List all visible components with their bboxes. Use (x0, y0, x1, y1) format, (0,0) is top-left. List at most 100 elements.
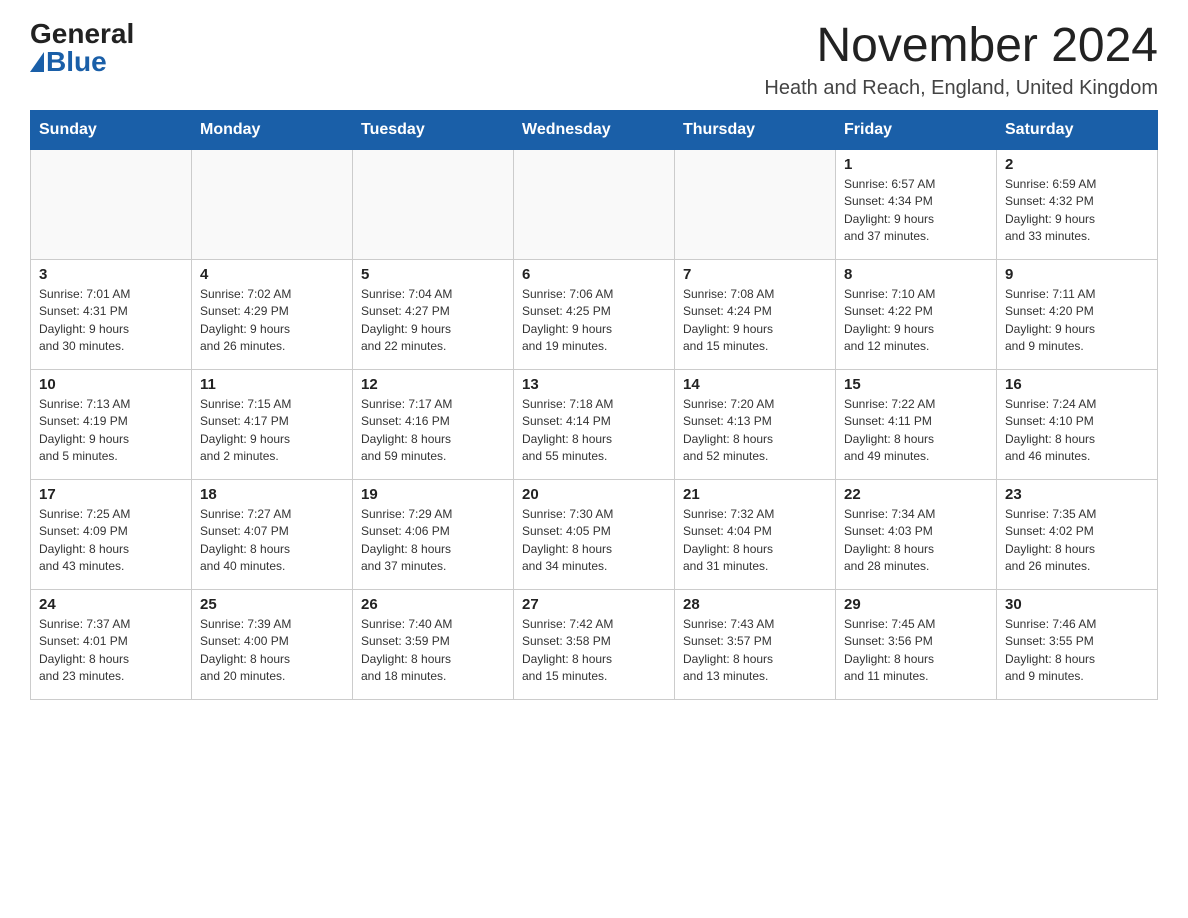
calendar-cell: 4 Sunrise: 7:02 AM Sunset: 4:29 PM Daylig… (192, 259, 353, 369)
day-number: 23 (1005, 486, 1149, 503)
calendar-cell: 22 Sunrise: 7:34 AM Sunset: 4:03 PM Dayli… (836, 479, 997, 589)
day-info: Sunrise: 7:17 AM Sunset: 4:16 PM Dayligh… (361, 396, 505, 466)
calendar-cell (192, 149, 353, 259)
day-info: Sunrise: 7:24 AM Sunset: 4:10 PM Dayligh… (1005, 396, 1149, 466)
day-number: 30 (1005, 596, 1149, 613)
week-row-5: 24 Sunrise: 7:37 AM Sunset: 4:01 PM Dayli… (31, 589, 1158, 699)
calendar-cell: 11Sunrise: 7:15 AM Sunset: 4:17 PM Dayli… (192, 369, 353, 479)
day-number: 9 (1005, 266, 1149, 283)
logo-general-text: General (30, 20, 134, 48)
day-number: 25 (200, 596, 344, 613)
day-number: 21 (683, 486, 827, 503)
weekday-header-wednesday: Wednesday (514, 110, 675, 149)
day-info: Sunrise: 7:20 AM Sunset: 4:13 PM Dayligh… (683, 396, 827, 466)
day-info: Sunrise: 7:29 AM Sunset: 4:06 PM Dayligh… (361, 506, 505, 576)
day-info: Sunrise: 7:15 AM Sunset: 4:17 PM Dayligh… (200, 396, 344, 466)
calendar-cell (31, 149, 192, 259)
calendar-cell: 10Sunrise: 7:13 AM Sunset: 4:19 PM Dayli… (31, 369, 192, 479)
day-info: Sunrise: 7:22 AM Sunset: 4:11 PM Dayligh… (844, 396, 988, 466)
week-row-3: 10Sunrise: 7:13 AM Sunset: 4:19 PM Dayli… (31, 369, 1158, 479)
day-info: Sunrise: 7:34 AM Sunset: 4:03 PM Dayligh… (844, 506, 988, 576)
day-number: 24 (39, 596, 183, 613)
day-info: Sunrise: 7:37 AM Sunset: 4:01 PM Dayligh… (39, 616, 183, 686)
calendar-cell: 29Sunrise: 7:45 AM Sunset: 3:56 PM Dayli… (836, 589, 997, 699)
day-number: 26 (361, 596, 505, 613)
day-info: Sunrise: 7:02 AM Sunset: 4:29 PM Dayligh… (200, 286, 344, 356)
calendar-cell: 2Sunrise: 6:59 AM Sunset: 4:32 PM Daylig… (997, 149, 1158, 259)
day-info: Sunrise: 7:35 AM Sunset: 4:02 PM Dayligh… (1005, 506, 1149, 576)
day-number: 16 (1005, 376, 1149, 393)
day-info: Sunrise: 7:30 AM Sunset: 4:05 PM Dayligh… (522, 506, 666, 576)
calendar-cell: 12 Sunrise: 7:17 AM Sunset: 4:16 PM Dayli… (353, 369, 514, 479)
calendar-cell: 30Sunrise: 7:46 AM Sunset: 3:55 PM Dayli… (997, 589, 1158, 699)
calendar-cell: 15 Sunrise: 7:22 AM Sunset: 4:11 PM Dayli… (836, 369, 997, 479)
day-number: 18 (200, 486, 344, 503)
day-number: 8 (844, 266, 988, 283)
day-number: 15 (844, 376, 988, 393)
calendar-cell: 6 Sunrise: 7:06 AM Sunset: 4:25 PM Daylig… (514, 259, 675, 369)
weekday-header-tuesday: Tuesday (353, 110, 514, 149)
logo-blue-text: Blue (46, 48, 107, 76)
calendar-cell: 23 Sunrise: 7:35 AM Sunset: 4:02 PM Dayli… (997, 479, 1158, 589)
day-number: 5 (361, 266, 505, 283)
logo: General Blue (30, 20, 134, 76)
day-info: Sunrise: 7:25 AM Sunset: 4:09 PM Dayligh… (39, 506, 183, 576)
calendar-cell (514, 149, 675, 259)
day-info: Sunrise: 7:43 AM Sunset: 3:57 PM Dayligh… (683, 616, 827, 686)
day-number: 13 (522, 376, 666, 393)
calendar-cell: 14 Sunrise: 7:20 AM Sunset: 4:13 PM Dayli… (675, 369, 836, 479)
week-row-1: 1 Sunrise: 6:57 AM Sunset: 4:34 PM Daylig… (31, 149, 1158, 259)
location-subtitle: Heath and Reach, England, United Kingdom (764, 77, 1158, 100)
calendar-cell: 9 Sunrise: 7:11 AM Sunset: 4:20 PM Daylig… (997, 259, 1158, 369)
day-number: 14 (683, 376, 827, 393)
calendar-cell: 17Sunrise: 7:25 AM Sunset: 4:09 PM Dayli… (31, 479, 192, 589)
day-number: 22 (844, 486, 988, 503)
calendar-cell: 7Sunrise: 7:08 AM Sunset: 4:24 PM Daylig… (675, 259, 836, 369)
calendar-cell: 21 Sunrise: 7:32 AM Sunset: 4:04 PM Dayli… (675, 479, 836, 589)
calendar-cell: 27 Sunrise: 7:42 AM Sunset: 3:58 PM Dayli… (514, 589, 675, 699)
calendar-cell: 5 Sunrise: 7:04 AM Sunset: 4:27 PM Daylig… (353, 259, 514, 369)
day-info: Sunrise: 7:04 AM Sunset: 4:27 PM Dayligh… (361, 286, 505, 356)
weekday-header-monday: Monday (192, 110, 353, 149)
day-number: 3 (39, 266, 183, 283)
calendar-cell: 8Sunrise: 7:10 AM Sunset: 4:22 PM Daylig… (836, 259, 997, 369)
day-info: Sunrise: 7:18 AM Sunset: 4:14 PM Dayligh… (522, 396, 666, 466)
day-number: 28 (683, 596, 827, 613)
day-number: 27 (522, 596, 666, 613)
day-number: 7 (683, 266, 827, 283)
day-info: Sunrise: 7:01 AM Sunset: 4:31 PM Dayligh… (39, 286, 183, 356)
calendar-cell: 28 Sunrise: 7:43 AM Sunset: 3:57 PM Dayli… (675, 589, 836, 699)
calendar-cell: 24 Sunrise: 7:37 AM Sunset: 4:01 PM Dayli… (31, 589, 192, 699)
header: General Blue November 2024 Heath and Rea… (30, 20, 1158, 100)
calendar-cell: 25 Sunrise: 7:39 AM Sunset: 4:00 PM Dayli… (192, 589, 353, 699)
day-number: 10 (39, 376, 183, 393)
day-number: 1 (844, 156, 988, 173)
day-info: Sunrise: 7:39 AM Sunset: 4:00 PM Dayligh… (200, 616, 344, 686)
calendar-cell (675, 149, 836, 259)
day-info: Sunrise: 7:11 AM Sunset: 4:20 PM Dayligh… (1005, 286, 1149, 356)
day-info: Sunrise: 6:57 AM Sunset: 4:34 PM Dayligh… (844, 176, 988, 246)
month-title: November 2024 (764, 20, 1158, 73)
day-info: Sunrise: 7:42 AM Sunset: 3:58 PM Dayligh… (522, 616, 666, 686)
weekday-header-thursday: Thursday (675, 110, 836, 149)
day-info: Sunrise: 7:32 AM Sunset: 4:04 PM Dayligh… (683, 506, 827, 576)
day-number: 12 (361, 376, 505, 393)
day-info: Sunrise: 7:40 AM Sunset: 3:59 PM Dayligh… (361, 616, 505, 686)
week-row-2: 3 Sunrise: 7:01 AM Sunset: 4:31 PM Daylig… (31, 259, 1158, 369)
day-number: 29 (844, 596, 988, 613)
day-number: 6 (522, 266, 666, 283)
calendar-cell: 1 Sunrise: 6:57 AM Sunset: 4:34 PM Daylig… (836, 149, 997, 259)
title-area: November 2024 Heath and Reach, England, … (764, 20, 1158, 100)
calendar-table: SundayMondayTuesdayWednesdayThursdayFrid… (30, 110, 1158, 700)
day-info: Sunrise: 6:59 AM Sunset: 4:32 PM Dayligh… (1005, 176, 1149, 246)
calendar-cell (353, 149, 514, 259)
calendar-cell: 19Sunrise: 7:29 AM Sunset: 4:06 PM Dayli… (353, 479, 514, 589)
calendar-cell: 3 Sunrise: 7:01 AM Sunset: 4:31 PM Daylig… (31, 259, 192, 369)
calendar-cell: 13 Sunrise: 7:18 AM Sunset: 4:14 PM Dayli… (514, 369, 675, 479)
day-number: 4 (200, 266, 344, 283)
weekday-header-friday: Friday (836, 110, 997, 149)
calendar-cell: 26 Sunrise: 7:40 AM Sunset: 3:59 PM Dayli… (353, 589, 514, 699)
weekday-header-row: SundayMondayTuesdayWednesdayThursdayFrid… (31, 110, 1158, 149)
day-info: Sunrise: 7:06 AM Sunset: 4:25 PM Dayligh… (522, 286, 666, 356)
day-info: Sunrise: 7:27 AM Sunset: 4:07 PM Dayligh… (200, 506, 344, 576)
